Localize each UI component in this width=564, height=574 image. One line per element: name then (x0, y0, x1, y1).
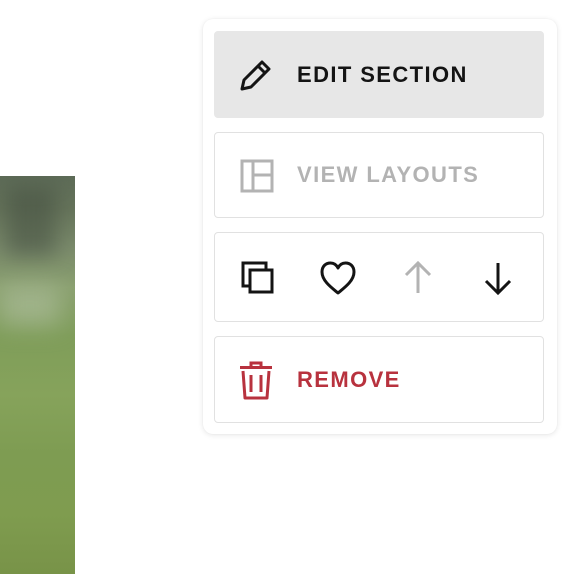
trash-icon (236, 360, 276, 400)
remove-label: REMOVE (297, 366, 401, 392)
edit-section-label: EDIT SECTION (297, 61, 468, 87)
pencil-icon (236, 55, 276, 95)
section-quick-actions (214, 232, 544, 322)
duplicate-icon[interactable] (238, 258, 278, 298)
edit-section-button[interactable]: EDIT SECTION (214, 31, 544, 118)
background-photo (0, 176, 75, 574)
section-actions-menu: EDIT SECTION VIEW LAYOUTS REMOVE (203, 19, 557, 434)
view-layouts-button[interactable]: VIEW LAYOUTS (214, 132, 544, 218)
view-layouts-label: VIEW LAYOUTS (297, 162, 480, 187)
arrow-up-icon[interactable] (398, 258, 438, 298)
layout-icon (236, 155, 276, 195)
arrow-down-icon[interactable] (478, 258, 518, 298)
heart-icon[interactable] (318, 258, 358, 298)
remove-section-button[interactable]: REMOVE (214, 336, 544, 423)
